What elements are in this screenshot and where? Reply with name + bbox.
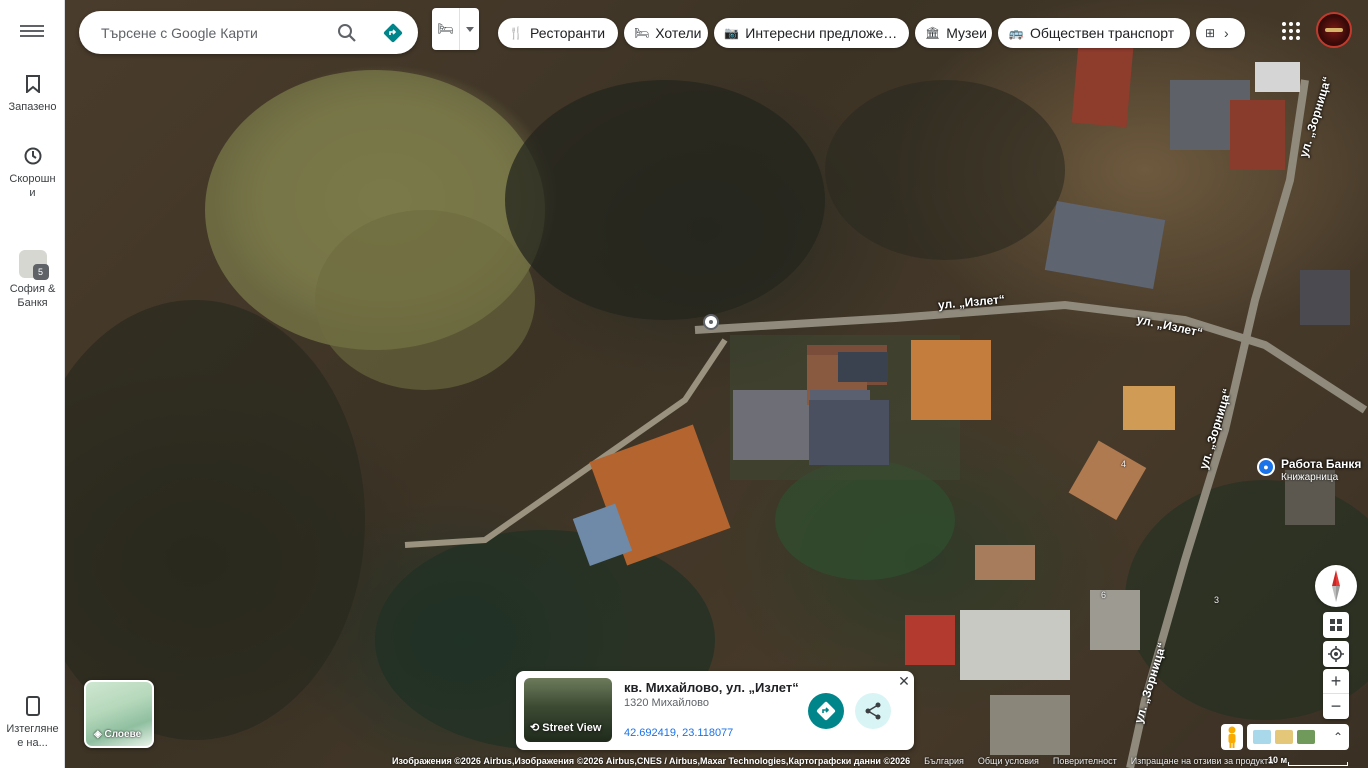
recent-label: Скорошн	[9, 173, 56, 185]
chip-label: Ресторанти	[530, 25, 606, 41]
forest	[505, 80, 825, 320]
history-icon	[21, 144, 45, 168]
place-postal-address: 1320 Михайлово	[624, 697, 709, 709]
recent-place-label: Банкя	[17, 297, 48, 309]
recent-place-label: София &	[9, 283, 56, 295]
house-number: 3	[1214, 595, 1220, 605]
get-app-label: Изтегляне	[6, 723, 59, 735]
chip-things-to-do[interactable]: 📷 Интересни предложения	[714, 18, 909, 48]
house-number: 4	[1121, 459, 1127, 469]
phone-icon	[21, 694, 45, 718]
saved-label: Запазено	[8, 101, 57, 113]
directions-button[interactable]	[808, 693, 844, 729]
zoom-out-button[interactable]: −	[1323, 694, 1349, 719]
bookmark-icon	[21, 72, 45, 96]
grid-view-icon[interactable]	[1323, 612, 1349, 638]
recent-place-button[interactable]: 5 София & Банкя	[0, 250, 65, 310]
map-tile-default[interactable]	[1253, 730, 1271, 744]
poi-name[interactable]: Работа Банкя	[1281, 457, 1361, 471]
recent-place-thumbnail: 5	[18, 250, 49, 280]
chip-label: Интересни предложения	[745, 25, 899, 41]
chip-museums[interactable]: 🏛 Музеи	[915, 18, 992, 48]
chevron-right-icon[interactable]: ›	[1224, 25, 1229, 41]
feedback-link[interactable]: Изпращане на отзиви за продукта	[1131, 756, 1273, 766]
building-roof	[1044, 200, 1166, 290]
map-tile-terrain[interactable]	[1274, 730, 1293, 744]
bed-icon: 🛏	[634, 26, 650, 40]
layers-label: ◈ Слоеве	[94, 729, 142, 740]
camera-icon: 📷	[724, 26, 740, 40]
satellite-map[interactable]: ул. „Излет“ ул. „Излет“ ул. „Зорница“ ул…	[65, 0, 1368, 768]
bag-icon[interactable]: ●	[1257, 458, 1275, 476]
poi-category: Книжарница	[1281, 472, 1339, 483]
share-icon	[865, 702, 881, 720]
map-tile-satellite[interactable]	[1296, 730, 1315, 744]
fork-knife-icon: 🍴	[508, 26, 524, 40]
compass-icon[interactable]	[1315, 565, 1357, 607]
share-button[interactable]	[855, 693, 891, 729]
house-number: 6	[1101, 590, 1107, 600]
imagery-attribution: Изображения ©2026 Airbus,Изображения ©20…	[392, 756, 911, 766]
menu-icon[interactable]	[20, 22, 44, 42]
recent-label: и	[29, 187, 36, 199]
recent-count-badge: 5	[32, 264, 49, 280]
bed-icon: 🛏	[432, 8, 460, 50]
location-pin-icon[interactable]	[703, 314, 719, 330]
layers-icon: ◈	[94, 729, 105, 740]
map-features	[65, 42, 1368, 768]
chevron-up-icon[interactable]: ⌃	[1333, 730, 1343, 744]
saved-button[interactable]: Запазено	[0, 72, 65, 114]
privacy-link[interactable]: Поверителност	[1053, 756, 1117, 766]
chip-more[interactable]: ⊞ ›	[1196, 18, 1245, 48]
left-sidebar: Запазено Скорошн и 5 София & Банкя Изтег…	[0, 0, 65, 768]
pharmacy-icon: ⊞	[1204, 26, 1216, 40]
footer: Изображения ©2026 Airbus,Изображения ©20…	[392, 754, 1273, 768]
terms-link[interactable]: Общи условия	[978, 756, 1039, 766]
avatar[interactable]	[1316, 12, 1352, 48]
pegman-icon[interactable]	[1221, 724, 1243, 750]
building-roof	[960, 610, 1070, 680]
directions-icon[interactable]	[382, 22, 404, 44]
hotels-filter-button[interactable]: 🛏	[432, 8, 479, 50]
chevron-down-icon[interactable]	[460, 8, 479, 50]
scale-label[interactable]: 10 м	[1268, 755, 1287, 765]
directions-icon	[816, 701, 836, 721]
search-box	[79, 11, 418, 54]
get-app-label: е на...	[17, 737, 48, 749]
country-link[interactable]: България	[924, 756, 964, 766]
zoom-in-button[interactable]: +	[1323, 669, 1349, 694]
chip-label: Хотели	[655, 25, 702, 41]
apps-grid-icon[interactable]	[1282, 22, 1300, 40]
recent-button[interactable]: Скорошн и	[0, 144, 65, 200]
search-input[interactable]	[101, 11, 321, 54]
chip-hotels[interactable]: 🛏 Хотели	[624, 18, 708, 48]
place-info-card: ⟲ Street View кв. Михайлово, ул. „Излет“…	[516, 671, 914, 750]
scale-bar	[1288, 762, 1348, 766]
get-app-button[interactable]: Изтегляне е на...	[0, 694, 65, 750]
chip-restaurants[interactable]: 🍴 Ресторанти	[498, 18, 618, 48]
museum-icon: 🏛	[925, 26, 941, 40]
street-view-thumbnail[interactable]: ⟲ Street View	[524, 678, 612, 742]
chip-label: Музеи	[946, 25, 987, 41]
place-title: кв. Михайлово, ул. „Излет“	[624, 680, 799, 695]
street-view-label: ⟲ Street View	[530, 722, 602, 734]
close-icon[interactable]: ✕	[897, 674, 911, 688]
rotate-icon: ⟲	[530, 722, 543, 734]
building-roof	[733, 390, 813, 460]
chip-label: Обществен транспорт	[1030, 25, 1175, 41]
bus-icon: 🚌	[1008, 26, 1024, 40]
map-type-strip: ⌃	[1247, 724, 1349, 750]
chip-transit[interactable]: 🚌 Обществен транспорт	[998, 18, 1190, 48]
search-icon[interactable]	[337, 23, 357, 43]
zoom-control: + −	[1323, 669, 1349, 719]
building-roof	[911, 340, 991, 420]
my-location-icon[interactable]	[1323, 641, 1349, 667]
layers-button[interactable]: ◈ Слоеве	[84, 680, 154, 748]
place-coordinates[interactable]: 42.692419, 23.118077	[624, 727, 733, 739]
